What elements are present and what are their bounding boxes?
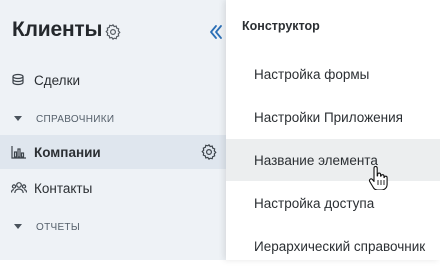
nav-item-companies[interactable]: Компании	[0, 135, 226, 169]
menu-item-label: Настройки Приложения	[254, 109, 403, 125]
section-reports[interactable]: ОТЧЕТЫ	[0, 217, 226, 237]
menu-item-label: Иерархический справочник	[254, 238, 426, 254]
collapse-sidebar-icon[interactable]	[205, 21, 227, 43]
menu-item-element-name[interactable]: Название элемента	[226, 139, 440, 181]
hand-pointer-cursor-icon	[368, 166, 388, 190]
menu-item-label: Настройка доступа	[254, 195, 375, 211]
menu-title: Конструктор	[242, 19, 320, 33]
menu-item-label: Название элемента	[254, 152, 378, 168]
contacts-icon	[11, 180, 27, 196]
constructor-menu: Конструктор Настройка формы Настройки Пр…	[226, 0, 440, 260]
app-title: Клиенты	[12, 18, 103, 41]
nav-item-label: Компании	[34, 144, 101, 160]
caret-down-icon	[14, 223, 22, 231]
section-label: ОТЧЕТЫ	[36, 221, 80, 233]
caret-down-icon	[14, 115, 22, 123]
nav-item-label: Контакты	[34, 180, 93, 196]
coins-icon	[11, 72, 27, 88]
menu-item-label: Настройка формы	[254, 66, 370, 82]
menu-item-hierarchical-directory[interactable]: Иерархический справочник	[226, 225, 440, 267]
settings-gear-icon[interactable]	[200, 143, 218, 161]
nav-item-deals[interactable]: Сделки	[0, 63, 226, 97]
bar-chart-icon	[11, 144, 27, 160]
nav-item-label: Сделки	[34, 72, 81, 88]
sidebar: Клиенты Сделки СПРАВОЧНИКИ Компании Конт…	[0, 0, 232, 260]
menu-item-access-settings[interactable]: Настройка доступа	[226, 182, 440, 224]
menu-item-app-settings[interactable]: Настройки Приложения	[226, 96, 440, 138]
menu-item-form-settings[interactable]: Настройка формы	[226, 53, 440, 95]
section-label: СПРАВОЧНИКИ	[36, 113, 115, 125]
gear-icon[interactable]	[104, 23, 122, 41]
nav-item-contacts[interactable]: Контакты	[0, 171, 226, 205]
section-directories[interactable]: СПРАВОЧНИКИ	[0, 109, 226, 129]
